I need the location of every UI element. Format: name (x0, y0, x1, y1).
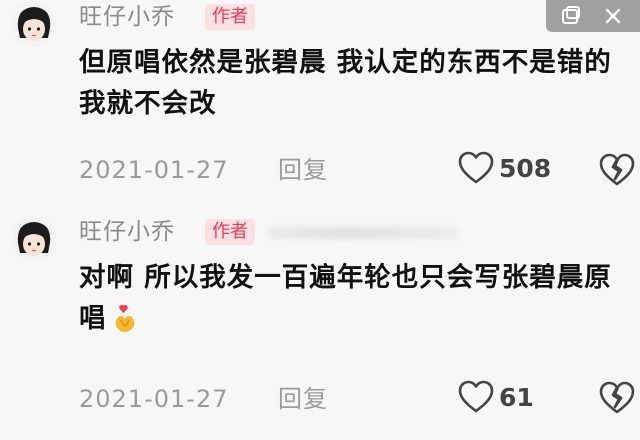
avatar[interactable] (12, 2, 56, 46)
author-badge: 作者 (205, 4, 255, 30)
username[interactable]: 旺仔小乔 (79, 2, 175, 32)
comment-meta: 2021-01-27 回复 (79, 384, 327, 414)
reply-button[interactable]: 回复 (278, 155, 328, 185)
pip-icon[interactable] (560, 5, 582, 31)
broken-heart-icon[interactable] (598, 381, 636, 419)
like-count: 61 (499, 383, 534, 412)
blurred-reply-target (268, 227, 458, 239)
author-badge: 作者 (205, 219, 255, 245)
reply-button[interactable]: 回复 (278, 384, 328, 414)
comment-text: 对啊 所以我发一百遍年轮也只会写张碧晨原唱 (79, 257, 624, 345)
like-count: 508 (499, 154, 552, 183)
close-icon[interactable] (602, 5, 624, 31)
avatar[interactable] (12, 217, 56, 261)
comment-date: 2021-01-27 (79, 156, 229, 184)
window-controls (546, 0, 640, 32)
comment-date: 2021-01-27 (79, 385, 229, 413)
heart-hands-emoji (111, 303, 139, 345)
heart-icon (457, 151, 495, 189)
comment-text-content: 对啊 所以我发一百遍年轮也只会写张碧晨原唱 (79, 262, 612, 334)
broken-heart-icon[interactable] (598, 153, 636, 191)
comment-meta: 2021-01-27 回复 (79, 155, 327, 185)
comment-text: 但原唱依然是张碧晨 我认定的东西不是错的我就不会改 (79, 47, 612, 119)
heart-icon (457, 380, 495, 418)
username[interactable]: 旺仔小乔 (79, 217, 175, 247)
